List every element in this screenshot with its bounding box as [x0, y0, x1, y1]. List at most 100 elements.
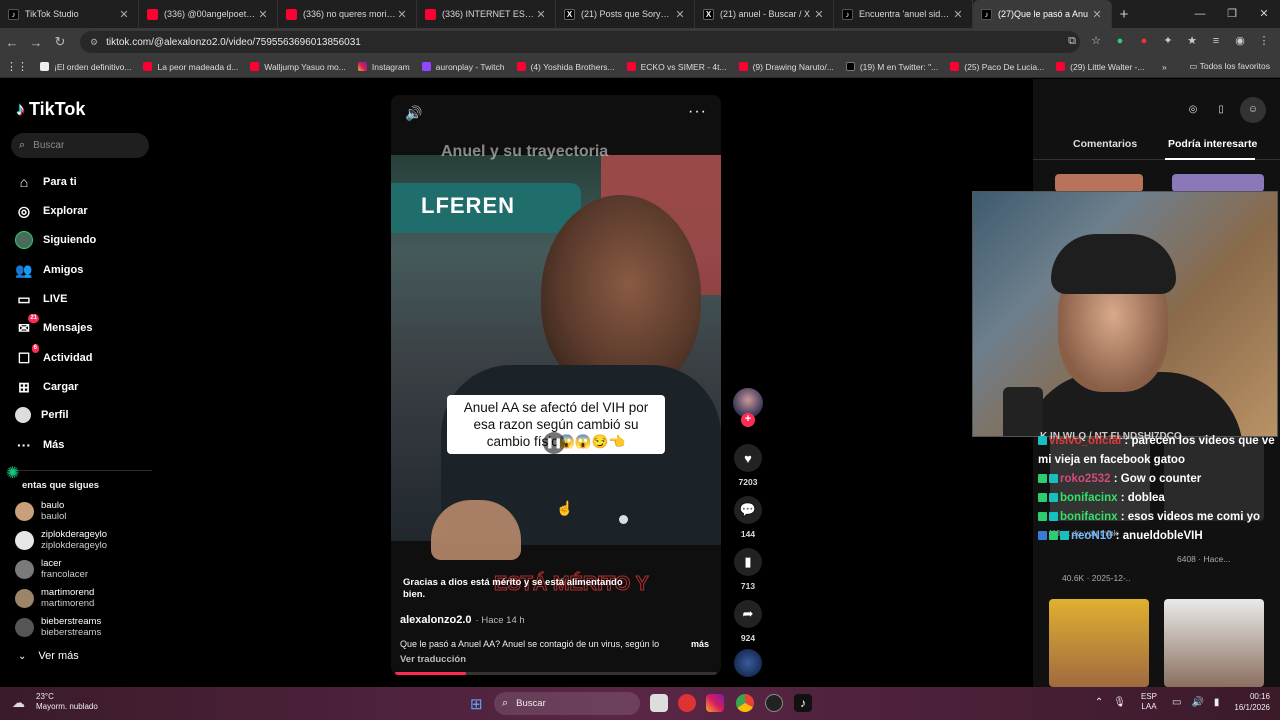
- file-explorer-icon[interactable]: [650, 694, 668, 712]
- nav-perfil[interactable]: Perfil: [15, 407, 69, 423]
- bookmark-item[interactable]: auronplay - Twitch: [416, 62, 511, 72]
- minimize-icon[interactable]: —: [1184, 0, 1216, 28]
- extension-green-icon[interactable]: ●: [1112, 32, 1128, 50]
- music-disc-icon[interactable]: [734, 649, 762, 677]
- suggested-video-thumb[interactable]: [1049, 599, 1149, 687]
- close-tab-icon[interactable]: ✕: [257, 8, 269, 21]
- bookmark-item[interactable]: Walljump Yasuo mo...: [244, 62, 352, 72]
- suggested-video-thumb[interactable]: [1164, 599, 1264, 687]
- pause-icon[interactable]: ❚❚: [543, 432, 565, 454]
- see-translation-button[interactable]: Ver traducción: [400, 654, 466, 665]
- profile-avatar-icon[interactable]: ◉: [1232, 32, 1248, 50]
- media-icon[interactable]: ≡: [1208, 32, 1224, 50]
- battery-icon[interactable]: ▮: [1214, 697, 1220, 708]
- video-frame[interactable]: LFEREN Anuel AA se afectó del VIH por es…: [391, 155, 721, 560]
- browser-tab[interactable]: ♪ TikTok Studio ✕: [0, 0, 139, 28]
- back-icon[interactable]: ←: [0, 35, 24, 50]
- nav-amigos[interactable]: 👥 Amigos: [15, 261, 83, 279]
- tiktok-logo[interactable]: ♪ TikTok: [16, 99, 85, 120]
- account-item[interactable]: lacer francolacer: [15, 558, 88, 580]
- instagram-app-icon[interactable]: [706, 694, 724, 712]
- bookmark-star-icon[interactable]: ☆: [1088, 32, 1104, 50]
- nav-live[interactable]: ▭ LIVE: [15, 290, 67, 308]
- account-item[interactable]: ziplokderageylo ziplokderageylo: [15, 529, 107, 551]
- follow-plus-button[interactable]: +: [741, 413, 755, 427]
- nav-siguiendo[interactable]: Siguiendo: [15, 231, 96, 249]
- forward-icon[interactable]: →: [24, 35, 48, 50]
- video-author[interactable]: alexalonzo2.0 · Hace 14 h: [400, 614, 525, 626]
- description-more-button[interactable]: más: [691, 639, 709, 649]
- microphone-icon[interactable]: 🎙: [1113, 697, 1126, 708]
- nav-explorar[interactable]: ◎ Explorar: [15, 202, 88, 220]
- video-more-icon[interactable]: ···: [688, 103, 707, 121]
- bookmark-item[interactable]: (25) Paco De Lucia...: [944, 62, 1050, 72]
- close-tab-icon[interactable]: ✕: [952, 8, 964, 21]
- browser-tab[interactable]: (336) INTERNET ESTÁ PO✕: [417, 0, 556, 28]
- restore-icon[interactable]: ❐: [1216, 0, 1248, 28]
- comment-button[interactable]: 💬 144: [733, 496, 763, 539]
- nav-mensajes[interactable]: ✉ 21 Mensajes: [15, 314, 93, 337]
- compass-small-icon[interactable]: ◎: [1184, 101, 1202, 119]
- browser-tab[interactable]: (336) @00angelpoetry - Y✕: [139, 0, 278, 28]
- tiktok-app-icon[interactable]: ♪: [794, 694, 812, 712]
- site-info-icon[interactable]: ⚙: [90, 37, 98, 48]
- menu-dots-icon[interactable]: ⋮: [1256, 32, 1272, 50]
- browser-tab[interactable]: X (21) anuel - Buscar / X ✕: [695, 0, 834, 28]
- tab-comentarios[interactable]: Comentarios: [1073, 138, 1137, 150]
- bookmark-item[interactable]: ¡El orden definitivo...: [34, 62, 137, 72]
- weather-widget[interactable]: ☁ 23°C Mayorm. nublado: [12, 692, 98, 712]
- suggested-video-thumb[interactable]: [1172, 174, 1264, 192]
- volume-icon[interactable]: 🔊: [405, 105, 422, 122]
- bookmarks-overflow-icon[interactable]: »: [1156, 62, 1173, 72]
- browser-tab[interactable]: (336) no queres morir so ✕: [278, 0, 417, 28]
- apps-grid-icon[interactable]: ⋮⋮: [0, 60, 34, 73]
- bookmark-item[interactable]: La peor madeada d...: [137, 62, 244, 72]
- close-tab-icon[interactable]: ✕: [118, 8, 130, 21]
- close-tab-icon[interactable]: ✕: [535, 8, 547, 21]
- clock[interactable]: 00:16 16/1/2026: [1234, 691, 1270, 713]
- save-button[interactable]: ▮ 713: [733, 548, 763, 591]
- all-bookmarks-folder[interactable]: ▭ Todos los favoritos: [1189, 61, 1270, 72]
- video-progress-bar[interactable]: [395, 672, 717, 675]
- share-button[interactable]: ➦ 924: [733, 600, 763, 643]
- close-window-icon[interactable]: ✕: [1248, 0, 1280, 28]
- bookmark-item[interactable]: (4) Yoshida Brothers...: [511, 62, 621, 72]
- extensions-icon[interactable]: ✦: [1160, 32, 1176, 50]
- nav-actividad[interactable]: ☐ 6 Actividad: [15, 344, 93, 367]
- suggested-video-thumb[interactable]: [1055, 174, 1143, 192]
- chrome-app-icon[interactable]: [736, 694, 754, 712]
- user-avatar-icon[interactable]: ☺: [1240, 97, 1266, 123]
- obs-app-icon[interactable]: [765, 694, 783, 712]
- new-tab-button[interactable]: +: [1112, 6, 1136, 23]
- address-bar[interactable]: ⚙ tiktok.com/@alexalonzo2.0/video/759556…: [80, 31, 1080, 53]
- close-tab-icon[interactable]: ✕: [813, 8, 825, 21]
- favorites-icon[interactable]: ★: [1184, 32, 1200, 50]
- nav-mas[interactable]: ··· Más: [15, 436, 64, 454]
- see-more-button[interactable]: ⌄ Ver más: [18, 650, 79, 662]
- reload-icon[interactable]: ↻: [48, 34, 72, 50]
- browser-tab[interactable]: X (21) Posts que Sorye (@E✕: [556, 0, 695, 28]
- close-tab-icon[interactable]: ✕: [674, 8, 686, 21]
- speaker-icon[interactable]: 🔊: [1191, 697, 1203, 708]
- bookmark-item[interactable]: ECKO vs SIMER - 4t...: [621, 62, 733, 72]
- language-indicator[interactable]: ESP LAA: [1141, 692, 1157, 712]
- bookmark-item[interactable]: Instagram: [352, 62, 416, 72]
- close-tab-icon[interactable]: ✕: [1091, 8, 1103, 21]
- bookmark-item[interactable]: (29) Little Walter -...: [1050, 62, 1150, 72]
- install-app-icon[interactable]: ⧉: [1064, 32, 1080, 50]
- network-icon[interactable]: ▭: [1172, 697, 1181, 708]
- tray-chevron-icon[interactable]: ⌃: [1095, 697, 1103, 708]
- video-player[interactable]: LFEREN Anuel AA se afectó del VIH por es…: [391, 95, 721, 675]
- like-button[interactable]: ♥ 7203: [733, 444, 763, 487]
- bookmark-item[interactable]: (19) M en Twitter: "...: [840, 62, 944, 72]
- account-item[interactable]: martimorend martimorend: [15, 587, 94, 609]
- nav-cargar[interactable]: ⊞ Cargar: [15, 378, 78, 396]
- close-tab-icon[interactable]: ✕: [396, 8, 408, 21]
- device-icon[interactable]: ▯: [1212, 101, 1230, 119]
- account-item[interactable]: bieberstreams bieberstreams: [15, 616, 101, 638]
- taskbar-search[interactable]: ⌕ Buscar: [494, 692, 640, 715]
- tab-podria-interesarte[interactable]: Podría interesarte: [1168, 138, 1257, 150]
- search-input[interactable]: ⌕ Buscar: [11, 133, 149, 158]
- app-red-icon[interactable]: [678, 694, 696, 712]
- browser-tab[interactable]: ♪ Encuentra 'anuel sida' e ✕: [834, 0, 973, 28]
